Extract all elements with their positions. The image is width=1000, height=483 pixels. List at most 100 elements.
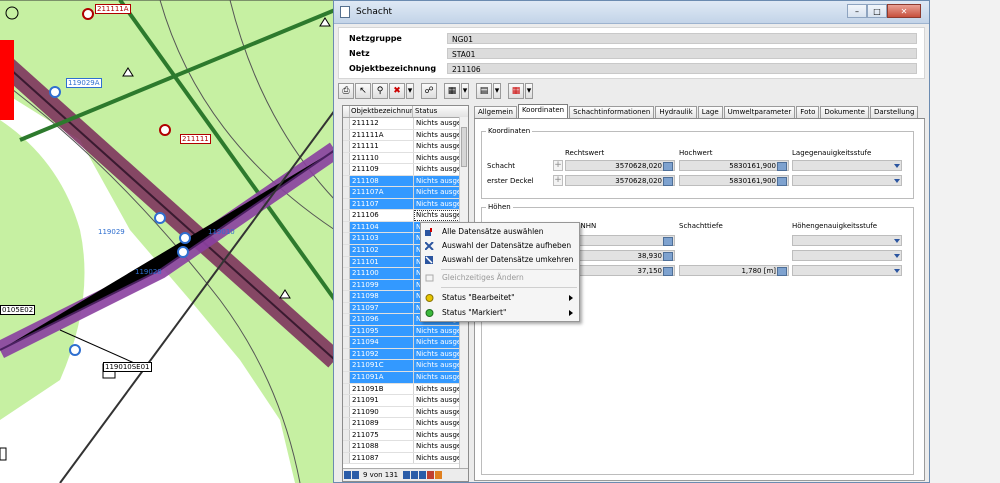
row-selector[interactable] [343,418,350,429]
maximize-button[interactable]: □ [867,4,887,18]
table-row[interactable]: 211108Nichts ausgewählt [343,175,468,188]
hoehengenauigkeit-select-1[interactable] [792,235,902,246]
column-header-objektbezeichnung[interactable]: Objektbezeichnung [350,106,413,117]
add-coordinate-icon[interactable]: + [553,175,563,186]
dropdown-icon[interactable]: ▾ [525,83,533,99]
table-row[interactable]: 211110Nichts ausgewählt [343,152,468,165]
objektbezeichnung-field[interactable]: 211106 [447,62,917,74]
dropdown-icon[interactable]: ▾ [493,83,501,99]
tab-koordinaten[interactable]: Koordinaten [517,104,569,118]
pointer-icon[interactable]: ↖ [355,83,371,99]
table-row[interactable]: 211075Nichts ausgewählt [343,429,468,442]
row-selector[interactable] [343,233,350,245]
table-row[interactable]: 211109Nichts ausgewählt [343,164,468,176]
scroll-thumb[interactable] [461,127,467,167]
row-selector[interactable] [343,279,350,291]
column-header-status[interactable]: Status [413,106,465,117]
row-selector[interactable] [343,175,350,187]
table-row[interactable]: 211094Nichts ausgewählt [343,337,468,349]
table-row[interactable]: 211112Nichts ausgewählt [343,118,468,130]
row-selector[interactable] [343,452,350,464]
row-selector[interactable] [343,406,350,418]
close-button[interactable]: ✕ [887,4,921,18]
menu-item-status-bearbeitet[interactable]: Status "Bearbeitet" [421,291,579,305]
row-selector[interactable] [343,337,350,348]
row-selector[interactable] [343,291,350,302]
row-selector[interactable] [343,152,350,164]
title-bar[interactable]: Schacht – □ ✕ [334,1,929,24]
tab-darstellung[interactable]: Darstellung [869,106,919,118]
row-selector[interactable] [343,348,350,360]
delete-icon[interactable]: ✖ [389,83,405,99]
deckel-lagegenauigkeit-select[interactable] [792,175,902,186]
table-row[interactable]: 211107Nichts ausgewählt [343,198,468,211]
row-selector[interactable] [343,187,350,198]
row-selector[interactable] [343,129,350,141]
row-selector[interactable] [343,164,350,175]
row-selector[interactable] [343,314,350,325]
table-row[interactable]: 211089Nichts ausgewählt [343,418,468,430]
hoehengenauigkeit-select-2[interactable] [792,250,902,261]
netzgruppe-field[interactable]: NG01 [447,32,917,44]
menu-item-invert-selection[interactable]: Auswahl der Datensätze umkehren [421,253,579,267]
minimize-button[interactable]: – [847,4,867,18]
deckel-rechtswert-field[interactable]: 3570628,020 [565,175,675,186]
menu-item-status-markiert[interactable]: Status "Markiert" [421,306,579,320]
first-record-icon[interactable] [344,471,351,479]
row-selector[interactable] [343,118,350,129]
save-icon[interactable]: ▦ [444,83,460,99]
row-selector[interactable] [343,141,350,152]
refresh-icon[interactable] [435,471,443,479]
row-selector[interactable] [343,360,350,372]
calculator-icon[interactable] [777,267,787,276]
add-record-icon[interactable] [419,471,427,479]
tab-umweltparameter[interactable]: Umweltparameter [723,106,796,118]
tab-schachtinformationen[interactable]: Schachtinformationen [569,106,655,118]
calculator-icon[interactable] [663,177,673,186]
document-icon[interactable]: ▤ [476,83,492,99]
schacht-hochwert-field[interactable]: 5830161,900 [679,160,789,171]
table-row[interactable]: 211087Nichts ausgewählt [343,452,468,465]
table-row[interactable]: 211090Nichts ausgewählt [343,406,468,419]
next-record-icon[interactable] [403,471,411,479]
calculator-icon[interactable] [663,237,673,246]
prev-record-icon[interactable] [352,471,359,479]
table-row[interactable]: 211091CNichts ausgewählt [343,360,468,373]
tab-dokumente[interactable]: Dokumente [820,106,869,118]
deckel-hochwert-field[interactable]: 5830161,900 [679,175,789,186]
printer-icon[interactable]: ⎙ [338,83,354,99]
hoehe-nhn-field-1[interactable] [565,235,675,246]
map-canvas-right[interactable] [930,0,1000,483]
link-icon[interactable]: ☍ [421,83,437,99]
table-row[interactable]: 211091Nichts ausgewählt [343,395,468,407]
hoehengenauigkeit-select-3[interactable] [792,265,902,276]
calculator-icon[interactable] [777,162,787,171]
row-selector[interactable] [343,210,350,221]
dropdown-icon[interactable]: ▾ [461,83,469,99]
table-row[interactable]: 211091BNichts ausgewählt [343,383,468,396]
netz-field[interactable]: STA01 [447,47,917,59]
row-selector[interactable] [343,268,350,279]
table-row[interactable]: 211092Nichts ausgewählt [343,348,468,361]
schacht-lagegenauigkeit-select[interactable] [792,160,902,171]
hoehe-nhn-field-3[interactable]: 37,150 [565,265,675,276]
tab-hydraulik[interactable]: Hydraulik [655,106,697,118]
menu-item-deselect[interactable]: Auswahl der Datensätze aufheben [421,239,579,253]
menu-item-select-all[interactable]: Alle Datensätze auswählen [421,225,579,239]
calculator-icon[interactable] [663,252,673,261]
dropdown-icon[interactable]: ▾ [406,83,414,99]
tab-lage[interactable]: Lage [697,106,723,118]
add-coordinate-icon[interactable]: + [553,160,563,171]
schacht-rechtswert-field[interactable]: 3570628,020 [565,160,675,171]
table-row[interactable]: 211107ANichts ausgewählt [343,187,468,199]
calculator-icon[interactable] [663,267,673,276]
table-row[interactable]: 211111ANichts ausgewählt [343,129,468,142]
last-record-icon[interactable] [411,471,419,479]
calculator-icon[interactable] [777,177,787,186]
row-selector[interactable] [343,429,350,441]
hoehe-nhn-field-2[interactable]: 38,930 [565,250,675,261]
table-row[interactable]: 211106Nichts ausgewählt [343,210,468,222]
row-selector[interactable] [343,221,350,233]
calculator-icon[interactable] [663,162,673,171]
tab-foto[interactable]: Foto [796,106,820,118]
